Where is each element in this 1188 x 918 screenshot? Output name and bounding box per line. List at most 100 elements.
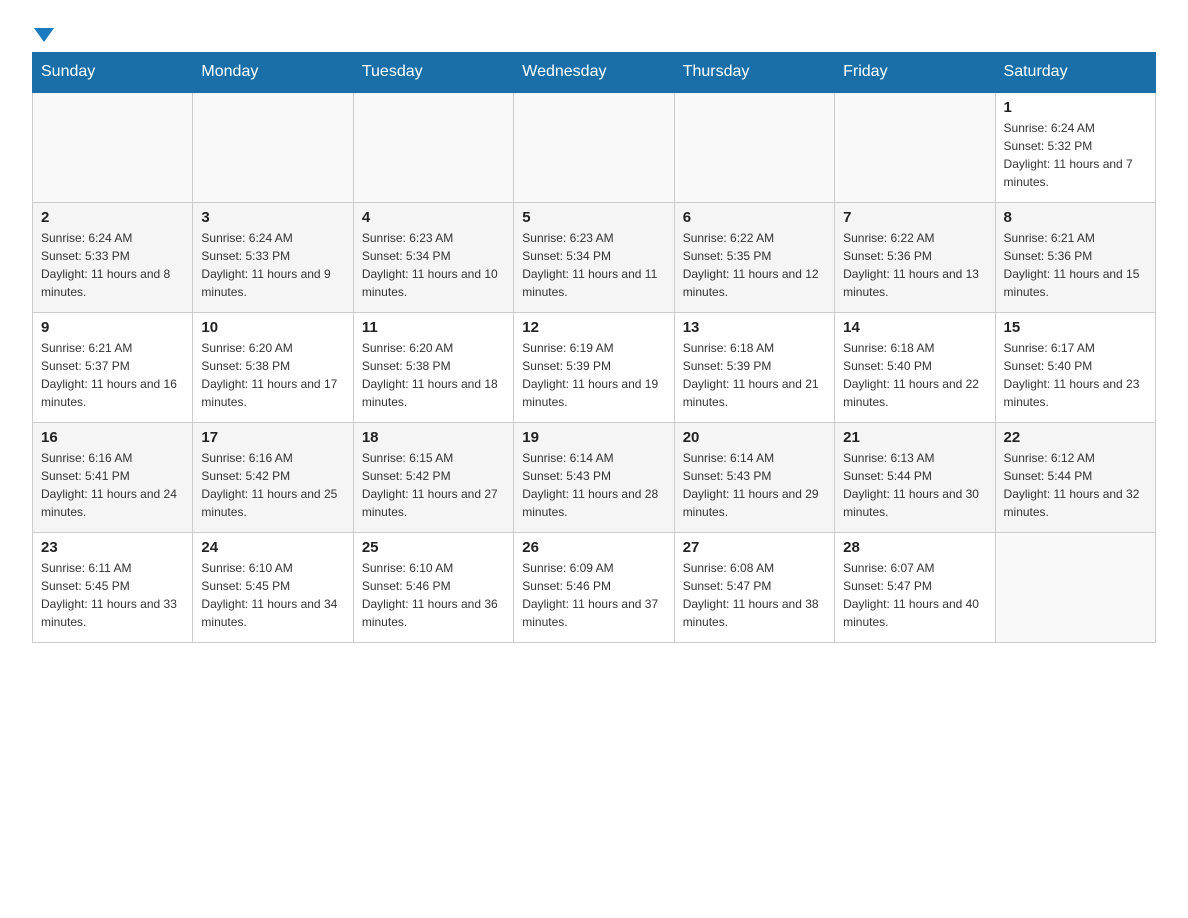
calendar-cell: 11 Sunrise: 6:20 AMSunset: 5:38 PMDayligh… [353,312,513,422]
calendar-week-row: 9 Sunrise: 6:21 AMSunset: 5:37 PMDaylight… [33,312,1156,422]
day-number: 4 [362,209,505,226]
day-info: Sunrise: 6:22 AMSunset: 5:35 PMDaylight:… [683,229,826,301]
calendar-cell: 26Sunrise: 6:09 AMSunset: 5:46 PMDayligh… [514,532,674,642]
weekday-header-thursday: Thursday [674,53,834,93]
day-number: 15 [1004,319,1147,336]
calendar-cell: 8 Sunrise: 6:21 AMSunset: 5:36 PMDaylight… [995,202,1155,312]
day-number: 5 [522,209,665,226]
day-number: 9 [41,319,184,336]
calendar-cell: 23 Sunrise: 6:11 AMSunset: 5:45 PMDayligh… [33,532,193,642]
day-number: 19 [522,429,665,446]
weekday-header-tuesday: Tuesday [353,53,513,93]
day-number: 2 [41,209,184,226]
calendar-cell [193,92,353,202]
day-info: Sunrise: 6:14 AMSunset: 5:43 PMDaylight:… [683,449,826,521]
day-info: Sunrise: 6:11 AMSunset: 5:45 PMDaylight:… [41,559,184,631]
day-info: Sunrise: 6:08 AMSunset: 5:47 PMDaylight:… [683,559,826,631]
calendar-cell: 20 Sunrise: 6:14 AMSunset: 5:43 PMDayligh… [674,422,834,532]
calendar-cell: 27 Sunrise: 6:08 AMSunset: 5:47 PMDayligh… [674,532,834,642]
day-number: 1 [1004,99,1147,116]
day-info: Sunrise: 6:16 AMSunset: 5:41 PMDaylight:… [41,449,184,521]
calendar-cell [353,92,513,202]
calendar-cell [33,92,193,202]
calendar-cell: 19 Sunrise: 6:14 AMSunset: 5:43 PMDayligh… [514,422,674,532]
day-info: Sunrise: 6:14 AMSunset: 5:43 PMDaylight:… [522,449,665,521]
day-number: 20 [683,429,826,446]
day-info: Sunrise: 6:09 AMSunset: 5:46 PMDaylight:… [522,559,665,631]
day-info: Sunrise: 6:23 AMSunset: 5:34 PMDaylight:… [522,229,665,301]
day-number: 17 [201,429,344,446]
weekday-header-row: SundayMondayTuesdayWednesdayThursdayFrid… [33,53,1156,93]
calendar-cell: 10 Sunrise: 6:20 AMSunset: 5:38 PMDayligh… [193,312,353,422]
day-number: 24 [201,539,344,556]
day-number: 11 [362,319,505,336]
calendar-cell: 2 Sunrise: 6:24 AMSunset: 5:33 PMDaylight… [33,202,193,312]
calendar-cell: 16 Sunrise: 6:16 AMSunset: 5:41 PMDayligh… [33,422,193,532]
day-number: 25 [362,539,505,556]
day-number: 27 [683,539,826,556]
day-info: Sunrise: 6:23 AMSunset: 5:34 PMDaylight:… [362,229,505,301]
day-number: 13 [683,319,826,336]
calendar-cell: 15 Sunrise: 6:17 AMSunset: 5:40 PMDayligh… [995,312,1155,422]
day-number: 12 [522,319,665,336]
calendar-cell: 6 Sunrise: 6:22 AMSunset: 5:35 PMDaylight… [674,202,834,312]
calendar-cell [835,92,995,202]
calendar-table: SundayMondayTuesdayWednesdayThursdayFrid… [32,52,1156,643]
calendar-week-row: 1Sunrise: 6:24 AMSunset: 5:32 PMDaylight… [33,92,1156,202]
day-info: Sunrise: 6:21 AMSunset: 5:37 PMDaylight:… [41,339,184,411]
weekday-header-saturday: Saturday [995,53,1155,93]
day-info: Sunrise: 6:18 AMSunset: 5:40 PMDaylight:… [843,339,986,411]
day-info: Sunrise: 6:07 AMSunset: 5:47 PMDaylight:… [843,559,986,631]
day-number: 3 [201,209,344,226]
calendar-cell: 21 Sunrise: 6:13 AMSunset: 5:44 PMDayligh… [835,422,995,532]
calendar-cell: 12 Sunrise: 6:19 AMSunset: 5:39 PMDayligh… [514,312,674,422]
day-info: Sunrise: 6:18 AMSunset: 5:39 PMDaylight:… [683,339,826,411]
day-number: 14 [843,319,986,336]
day-info: Sunrise: 6:20 AMSunset: 5:38 PMDaylight:… [362,339,505,411]
day-info: Sunrise: 6:13 AMSunset: 5:44 PMDaylight:… [843,449,986,521]
calendar-cell: 22Sunrise: 6:12 AMSunset: 5:44 PMDayligh… [995,422,1155,532]
day-info: Sunrise: 6:17 AMSunset: 5:40 PMDaylight:… [1004,339,1147,411]
calendar-cell: 13 Sunrise: 6:18 AMSunset: 5:39 PMDayligh… [674,312,834,422]
calendar-cell: 3 Sunrise: 6:24 AMSunset: 5:33 PMDaylight… [193,202,353,312]
calendar-cell [995,532,1155,642]
calendar-cell [674,92,834,202]
day-info: Sunrise: 6:10 AMSunset: 5:45 PMDaylight:… [201,559,344,631]
day-info: Sunrise: 6:22 AMSunset: 5:36 PMDaylight:… [843,229,986,301]
day-info: Sunrise: 6:20 AMSunset: 5:38 PMDaylight:… [201,339,344,411]
day-info: Sunrise: 6:21 AMSunset: 5:36 PMDaylight:… [1004,229,1147,301]
day-number: 23 [41,539,184,556]
calendar-week-row: 2 Sunrise: 6:24 AMSunset: 5:33 PMDaylight… [33,202,1156,312]
day-number: 22 [1004,429,1147,446]
calendar-cell: 14 Sunrise: 6:18 AMSunset: 5:40 PMDayligh… [835,312,995,422]
calendar-cell [514,92,674,202]
calendar-cell: 28 Sunrise: 6:07 AMSunset: 5:47 PMDayligh… [835,532,995,642]
day-number: 7 [843,209,986,226]
day-number: 10 [201,319,344,336]
day-info: Sunrise: 6:24 AMSunset: 5:33 PMDaylight:… [41,229,184,301]
calendar-week-row: 16 Sunrise: 6:16 AMSunset: 5:41 PMDayligh… [33,422,1156,532]
day-info: Sunrise: 6:24 AMSunset: 5:33 PMDaylight:… [201,229,344,301]
day-number: 8 [1004,209,1147,226]
calendar-cell: 7 Sunrise: 6:22 AMSunset: 5:36 PMDaylight… [835,202,995,312]
calendar-cell: 24 Sunrise: 6:10 AMSunset: 5:45 PMDayligh… [193,532,353,642]
weekday-header-monday: Monday [193,53,353,93]
logo [32,24,54,42]
calendar-cell: 4 Sunrise: 6:23 AMSunset: 5:34 PMDaylight… [353,202,513,312]
calendar-cell: 25Sunrise: 6:10 AMSunset: 5:46 PMDayligh… [353,532,513,642]
day-info: Sunrise: 6:19 AMSunset: 5:39 PMDaylight:… [522,339,665,411]
day-number: 28 [843,539,986,556]
day-info: Sunrise: 6:15 AMSunset: 5:42 PMDaylight:… [362,449,505,521]
calendar-week-row: 23 Sunrise: 6:11 AMSunset: 5:45 PMDayligh… [33,532,1156,642]
weekday-header-sunday: Sunday [33,53,193,93]
day-number: 6 [683,209,826,226]
calendar-cell: 18Sunrise: 6:15 AMSunset: 5:42 PMDayligh… [353,422,513,532]
calendar-cell: 1Sunrise: 6:24 AMSunset: 5:32 PMDaylight… [995,92,1155,202]
day-info: Sunrise: 6:16 AMSunset: 5:42 PMDaylight:… [201,449,344,521]
logo-arrow-icon [34,28,54,42]
weekday-header-friday: Friday [835,53,995,93]
day-number: 16 [41,429,184,446]
day-number: 21 [843,429,986,446]
weekday-header-wednesday: Wednesday [514,53,674,93]
calendar-cell: 17 Sunrise: 6:16 AMSunset: 5:42 PMDayligh… [193,422,353,532]
